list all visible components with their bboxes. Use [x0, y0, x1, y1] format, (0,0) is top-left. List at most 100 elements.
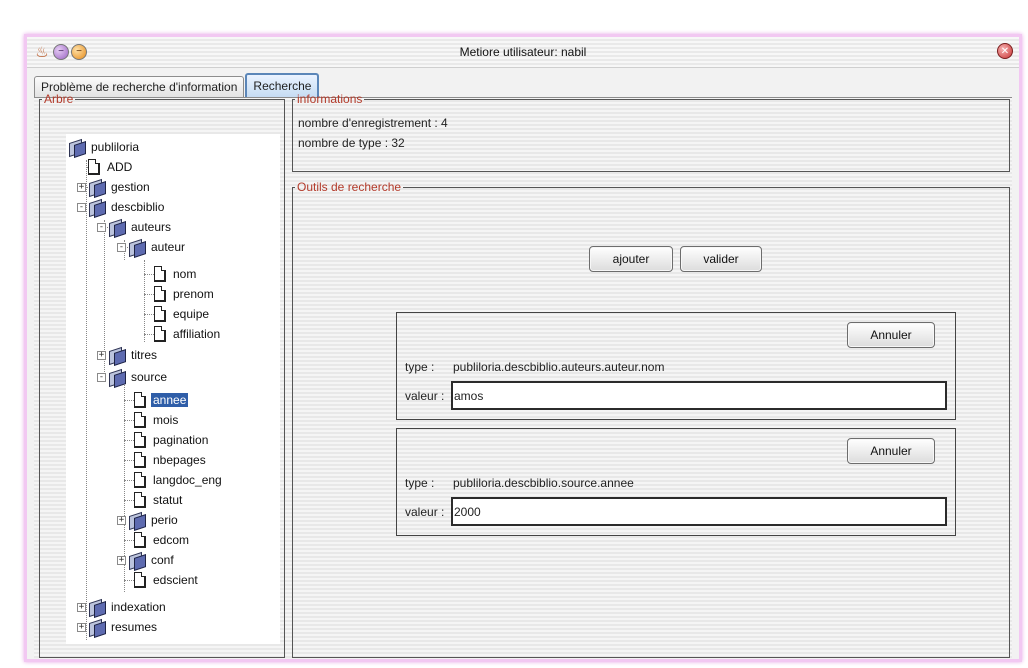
folder-icon [88, 619, 106, 635]
cancel-button[interactable]: Annuler [847, 438, 935, 464]
tree-item-nbepages[interactable]: nbepages [134, 450, 208, 470]
tree-item-label-selected: annee [151, 393, 189, 407]
validate-button[interactable]: valider [680, 246, 762, 272]
tree-item-nom[interactable]: nom [154, 264, 198, 284]
folder-icon [108, 219, 126, 235]
tree-item-add[interactable]: ADD [88, 157, 134, 177]
folder-icon [88, 199, 106, 215]
collapse-icon[interactable]: - [117, 242, 126, 252]
tree-item-edscient[interactable]: edscient [134, 570, 200, 590]
tree-item-langdoc-eng[interactable]: langdoc_eng [134, 470, 224, 490]
folder-icon [128, 552, 146, 568]
types-count: nombre de type : 32 [298, 136, 405, 150]
file-icon [154, 286, 166, 302]
tree-item-label: auteur [151, 240, 186, 254]
expand-icon[interactable]: + [77, 622, 86, 632]
tree-item-publiloria[interactable]: publiloria [68, 137, 141, 157]
tree-item-label: affiliation [173, 327, 221, 341]
tree-item-label: perio [151, 513, 178, 527]
expand-icon[interactable]: + [117, 515, 126, 525]
tree-item-label: nbepages [153, 453, 206, 467]
add-button[interactable]: ajouter [589, 246, 673, 272]
close-icon[interactable]: ✕ [997, 43, 1013, 59]
tree-item-annee[interactable]: annee [134, 390, 189, 410]
tree-item-label: descbiblio [111, 200, 165, 214]
tree-item-label: indexation [111, 600, 166, 614]
expand-icon[interactable]: + [77, 182, 86, 192]
tree-item-label: equipe [173, 307, 210, 321]
tree-item-gestion[interactable]: + gestion [77, 177, 152, 197]
tree-item-label: prenom [173, 287, 214, 301]
type-value: publiloria.descbiblio.auteurs.auteur.nom [453, 360, 665, 374]
file-icon [134, 572, 146, 588]
tree-item-edcom[interactable]: edcom [134, 530, 191, 550]
tree-item-prenom[interactable]: prenom [154, 284, 216, 304]
file-icon [134, 412, 146, 428]
tree-item-label: resumes [111, 620, 158, 634]
cancel-button[interactable]: Annuler [847, 322, 935, 348]
tree-item-resumes[interactable]: + resumes [77, 617, 159, 637]
tree-item-label: mois [153, 413, 179, 427]
tree-item-label: langdoc_eng [153, 473, 222, 487]
value-field[interactable]: amos [451, 381, 947, 410]
tree-item-label: nom [173, 267, 197, 281]
tree-item-label: edcom [153, 533, 190, 547]
folder-icon [128, 512, 146, 528]
file-icon [88, 159, 100, 175]
tree-item-source[interactable]: - source [97, 367, 169, 387]
criterion-card: Annuler type : publiloria.descbiblio.sou… [396, 428, 956, 536]
window-title: Metiore utilisateur: nabil [459, 45, 587, 59]
type-value: publiloria.descbiblio.source.annee [453, 476, 634, 490]
folder-icon [128, 239, 146, 255]
title-bar[interactable]: ♨ − − Metiore utilisateur: nabil ✕ [27, 37, 1019, 68]
tree-item-perio[interactable]: + perio [117, 510, 180, 530]
tree-item-label: ADD [107, 160, 133, 174]
tree-item-auteur[interactable]: - auteur [117, 237, 187, 257]
tree-item-label: publiloria [91, 140, 140, 154]
tree-item-auteurs[interactable]: - auteurs [97, 217, 173, 237]
file-icon [154, 326, 166, 342]
folder-icon [68, 139, 86, 155]
expand-icon[interactable]: + [77, 602, 86, 612]
tree-item-label: gestion [111, 180, 150, 194]
file-icon [134, 392, 146, 408]
expand-icon[interactable]: + [97, 350, 106, 360]
tree-view[interactable]: publiloria ADD + gestion - descbiblio - … [66, 134, 280, 644]
file-icon [134, 432, 146, 448]
tree-item-label: conf [151, 553, 174, 567]
tree-item-label: source [131, 370, 168, 384]
expand-icon[interactable]: + [117, 555, 126, 565]
tree-item-label: auteurs [131, 220, 172, 234]
tree-item-conf[interactable]: + conf [117, 550, 176, 570]
collapse-icon[interactable]: - [77, 202, 86, 212]
tree-item-label: pagination [153, 433, 209, 447]
tree-item-indexation[interactable]: + indexation [77, 597, 168, 617]
tree-item-statut[interactable]: statut [134, 490, 184, 510]
file-icon [134, 492, 146, 508]
tree-item-descbiblio[interactable]: - descbiblio [77, 197, 166, 217]
tree-item-label: titres [131, 348, 158, 362]
tree-item-mois[interactable]: mois [134, 410, 180, 430]
tab-content: Arbre publiloria ADD + gestion - descbib… [34, 92, 1012, 658]
tree-item-pagination[interactable]: pagination [134, 430, 210, 450]
collapse-icon[interactable]: - [97, 372, 106, 382]
informations-legend: informations [297, 92, 363, 106]
tree-item-label: statut [153, 493, 183, 507]
type-label: type : [405, 360, 435, 374]
folder-icon [108, 369, 126, 385]
tree-item-label: edscient [153, 573, 198, 587]
tree-item-titres[interactable]: + titres [97, 345, 159, 365]
file-icon [154, 306, 166, 322]
folder-icon [108, 347, 126, 363]
folder-icon [88, 599, 106, 615]
file-icon [134, 472, 146, 488]
tree-item-equipe[interactable]: equipe [154, 304, 211, 324]
collapse-icon[interactable]: - [97, 222, 106, 232]
value-field[interactable]: 2000 [451, 497, 947, 526]
file-icon [154, 266, 166, 282]
criterion-card: Annuler type : publiloria.descbiblio.aut… [396, 312, 956, 420]
tree-item-affiliation[interactable]: affiliation [154, 324, 222, 344]
type-label: type : [405, 476, 435, 490]
tree-panel-legend: Arbre [44, 92, 74, 106]
value-label: valeur : [405, 389, 445, 403]
